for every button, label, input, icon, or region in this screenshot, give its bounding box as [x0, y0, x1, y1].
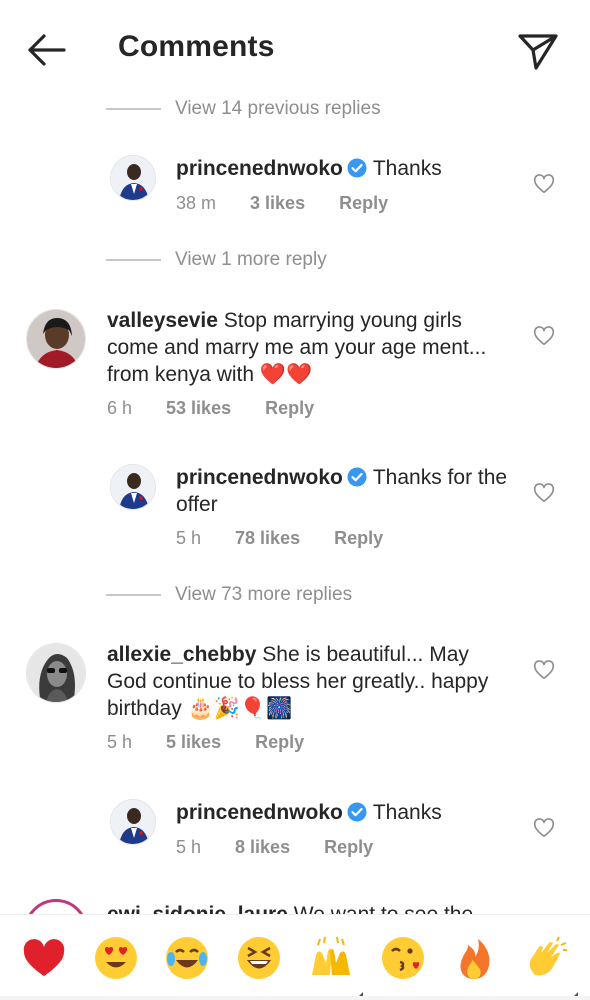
reply-button[interactable]: Reply — [334, 528, 383, 549]
reply-button[interactable]: Reply — [324, 837, 373, 858]
reply-comment: princenednwoko Thanks 38 m 3 likes Reply — [0, 150, 590, 220]
avatar[interactable] — [110, 799, 156, 845]
comment-meta: 5 h 5 likes Reply — [107, 732, 304, 753]
grinning-squint-emoji[interactable] — [233, 932, 285, 984]
comment-body: allexie_chebby She is beautiful... May G… — [107, 641, 507, 722]
comment-likes[interactable]: 78 likes — [235, 528, 300, 549]
verified-badge-icon — [347, 802, 367, 822]
heart-eyes-emoji[interactable] — [90, 932, 142, 984]
fire-emoji[interactable] — [448, 932, 500, 984]
verified-badge-icon — [347, 158, 367, 178]
avatar[interactable] — [26, 309, 86, 369]
like-heart-icon[interactable] — [533, 659, 555, 681]
divider-line — [106, 594, 161, 596]
comment-meta: 5 h 8 likes Reply — [176, 837, 373, 858]
view-replies-label: View 73 more replies — [175, 584, 353, 605]
comment-likes[interactable]: 53 likes — [166, 398, 231, 419]
comment-text: Thanks — [372, 157, 442, 180]
comment-text: Thanks — [372, 801, 442, 824]
back-arrow-icon[interactable] — [24, 30, 68, 70]
partial-comment: ewi_sidonie_laure We want to see the — [0, 895, 590, 915]
divider-line — [106, 108, 161, 110]
comment-time: 38 m — [176, 193, 217, 213]
comment-username[interactable]: valleysevie — [107, 309, 218, 332]
comment-likes[interactable]: 8 likes — [235, 837, 290, 858]
bottom-divider — [0, 996, 590, 1000]
reply-comment: princenednwoko Thanks 5 h 8 likes Reply — [0, 795, 590, 865]
avatar[interactable] — [110, 464, 156, 510]
view-replies-label: View 1 more reply — [175, 249, 327, 270]
avatar[interactable] — [110, 155, 156, 201]
raising-hands-emoji[interactable] — [305, 932, 363, 998]
kissing-heart-emoji[interactable] — [377, 932, 429, 984]
header: Comments — [0, 0, 590, 100]
avatar[interactable] — [26, 643, 86, 703]
comment-meta: 38 m 3 likes Reply — [176, 193, 388, 214]
clapping-hands-emoji[interactable] — [520, 932, 579, 998]
view-more-replies-button[interactable]: View 1 more reply — [106, 248, 327, 272]
emoji-quick-bar — [0, 914, 590, 1000]
page-title: Comments — [118, 30, 275, 63]
tears-of-joy-emoji[interactable] — [161, 932, 213, 984]
comment-time: 5 h — [107, 732, 133, 752]
comment-username[interactable]: allexie_chebby — [107, 643, 256, 666]
comment-meta: 5 h 78 likes Reply — [176, 528, 383, 549]
reply-button[interactable]: Reply — [339, 193, 388, 214]
like-heart-icon[interactable] — [533, 482, 555, 504]
view-replies-label: View 14 previous replies — [175, 98, 381, 119]
comment-time: 6 h — [107, 398, 133, 418]
like-heart-icon[interactable] — [533, 325, 555, 347]
comment: valleysevie Stop marrying young girls co… — [0, 305, 590, 425]
share-send-icon[interactable] — [516, 30, 560, 74]
red-heart-emoji[interactable] — [18, 932, 70, 984]
story-ring-avatar[interactable] — [24, 899, 88, 915]
comment-body: princenednwoko Thanks — [176, 155, 516, 182]
comment-body: valleysevie Stop marrying young girls co… — [107, 307, 507, 388]
view-more-replies-button[interactable]: View 73 more replies — [106, 583, 352, 607]
reply-button[interactable]: Reply — [255, 732, 304, 753]
divider-line — [106, 259, 161, 261]
comment-body: princenednwoko Thanks for the offer — [176, 464, 516, 518]
comment-meta: 6 h 53 likes Reply — [107, 398, 314, 419]
comment-body: ewi_sidonie_laure We want to see the — [107, 901, 547, 915]
like-heart-icon[interactable] — [533, 173, 555, 195]
comment-username[interactable]: princenednwoko — [176, 801, 343, 824]
comment-likes[interactable]: 3 likes — [250, 193, 305, 214]
comment-body: princenednwoko Thanks — [176, 799, 516, 826]
reply-comment: princenednwoko Thanks for the offer 5 h 7… — [0, 460, 590, 560]
reply-button[interactable]: Reply — [265, 398, 314, 419]
like-heart-icon[interactable] — [533, 817, 555, 839]
verified-badge-icon — [347, 467, 367, 487]
comment-likes[interactable]: 5 likes — [166, 732, 221, 753]
comment-username[interactable]: princenednwoko — [176, 466, 343, 489]
view-previous-replies-button[interactable]: View 14 previous replies — [106, 97, 381, 121]
comment-username[interactable]: princenednwoko — [176, 157, 343, 180]
comment-time: 5 h — [176, 837, 202, 857]
comment: allexie_chebby She is beautiful... May G… — [0, 640, 590, 760]
comment-time: 5 h — [176, 528, 202, 548]
